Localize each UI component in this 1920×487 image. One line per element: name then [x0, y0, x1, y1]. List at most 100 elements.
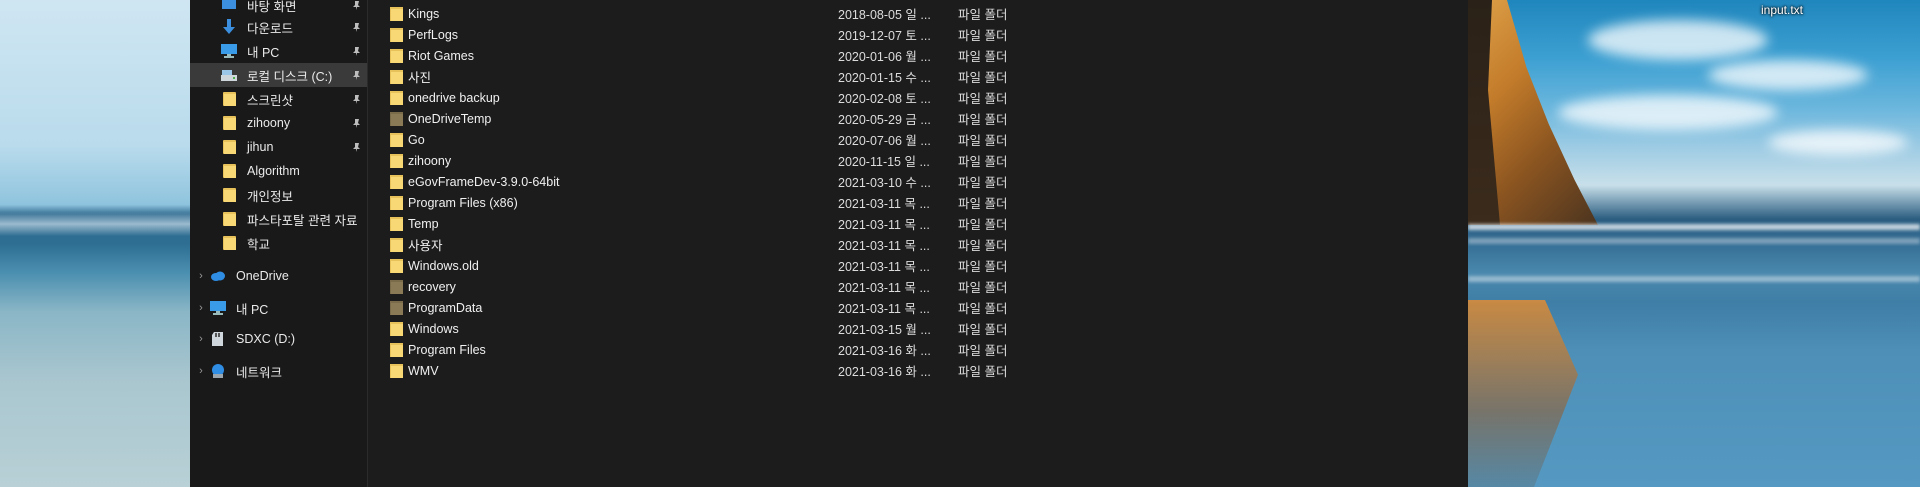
folder-icon: [390, 91, 403, 105]
file-name: OneDriveTemp: [408, 111, 492, 126]
file-name: zihoony: [408, 153, 452, 168]
file-row[interactable]: Windows.old 2021-03-11 목 ... 파일 폴더: [368, 255, 1468, 276]
desktop-wallpaper-left: [0, 0, 190, 487]
nav-item-school[interactable]: 학교: [190, 231, 367, 255]
file-type: 파일 폴더: [958, 113, 1008, 127]
wave-line: [1468, 224, 1920, 230]
file-row[interactable]: ProgramData 2021-03-11 목 ... 파일 폴더: [368, 297, 1468, 318]
nav-item-label: 스크린샷: [247, 93, 294, 108]
folder-icon: [390, 196, 403, 210]
file-type: 파일 폴더: [958, 197, 1008, 211]
file-date: 2021-03-11 목 ...: [838, 197, 930, 211]
nav-item-label: 학교: [247, 237, 271, 252]
nav-item-pasta-portal[interactable]: 파스타포탈 관련 자료: [190, 207, 367, 231]
nav-root-network[interactable]: › 네트워크: [190, 359, 367, 383]
nav-item-jihun[interactable]: jihun: [190, 135, 367, 159]
folder-icon: [390, 238, 403, 252]
file-date: 2021-03-16 화 ...: [838, 344, 931, 358]
nav-item-label: 파스타포탈 관련 자료: [247, 213, 358, 228]
chevron-right-icon[interactable]: ›: [195, 302, 207, 314]
folder-icon: [390, 7, 403, 21]
file-name: Program Files: [408, 342, 486, 357]
nav-item-algorithm[interactable]: Algorithm: [190, 159, 367, 183]
file-row[interactable]: zihoony 2020-11-15 일 ... 파일 폴더: [368, 150, 1468, 171]
file-row[interactable]: WMV 2021-03-16 화 ... 파일 폴더: [368, 360, 1468, 381]
file-row[interactable]: recovery 2021-03-11 목 ... 파일 폴더: [368, 276, 1468, 297]
folder-icon: [390, 259, 403, 273]
nav-item-label: 로컬 디스크 (C:): [247, 69, 333, 84]
nav-root-this-pc[interactable]: › 내 PC: [190, 296, 367, 320]
folder-icon: [390, 322, 403, 336]
file-date: 2021-03-11 목 ...: [838, 281, 930, 295]
chevron-right-icon[interactable]: ›: [195, 270, 207, 282]
file-name: Kings: [408, 6, 440, 21]
file-type: 파일 폴더: [958, 176, 1008, 190]
file-name: 사용자: [408, 239, 443, 253]
folder-icon: [220, 138, 238, 156]
file-name: eGovFrameDev-3.9.0-64bit: [408, 174, 560, 189]
nav-item-downloads[interactable]: 다운로드: [190, 15, 367, 39]
file-name: Program Files (x86): [408, 195, 518, 210]
wave-line: [1468, 276, 1920, 282]
pin-icon: [351, 0, 361, 10]
file-row[interactable]: OneDriveTemp 2020-05-29 금 ... 파일 폴더: [368, 108, 1468, 129]
pin-icon: [351, 22, 361, 32]
folder-icon: [390, 364, 403, 378]
file-date: 2020-02-08 토 ...: [838, 92, 931, 106]
file-row[interactable]: Kings 2018-08-05 일 ... 파일 폴더: [368, 3, 1468, 24]
chevron-right-icon[interactable]: ›: [195, 365, 207, 377]
folder-icon: [390, 217, 403, 231]
nav-item-zihoony[interactable]: zihoony: [190, 111, 367, 135]
nav-item-label: OneDrive: [236, 269, 289, 283]
folder-icon: [390, 49, 403, 63]
file-date: 2018-08-05 일 ...: [838, 8, 931, 22]
folder-icon: [390, 175, 403, 189]
nav-root-sdxc-d[interactable]: › SDXC (D:): [190, 327, 367, 351]
nav-item-label: zihoony: [247, 116, 291, 130]
file-row[interactable]: 사진 2020-01-15 수 ... 파일 폴더: [368, 66, 1468, 87]
file-name: Windows.old: [408, 258, 479, 273]
nav-item-label: 다운로드: [247, 21, 294, 36]
file-row[interactable]: Program Files (x86) 2021-03-11 목 ... 파일 폴더: [368, 192, 1468, 213]
nav-item-screenshots[interactable]: 스크린샷: [190, 87, 367, 111]
file-type: 파일 폴더: [958, 50, 1008, 64]
file-row[interactable]: Program Files 2021-03-16 화 ... 파일 폴더: [368, 339, 1468, 360]
file-type: 파일 폴더: [958, 323, 1008, 337]
file-row[interactable]: PerfLogs 2019-12-07 토 ... 파일 폴더: [368, 24, 1468, 45]
desktop-file-label[interactable]: input.txt: [1752, 3, 1812, 17]
file-row[interactable]: onedrive backup 2020-02-08 토 ... 파일 폴더: [368, 87, 1468, 108]
file-row[interactable]: Go 2020-07-06 월 ... 파일 폴더: [368, 129, 1468, 150]
file-type: 파일 폴더: [958, 344, 1008, 358]
nav-item-personal-info[interactable]: 개인정보: [190, 183, 367, 207]
file-type: 파일 폴더: [958, 218, 1008, 232]
file-type: 파일 폴더: [958, 260, 1008, 274]
nav-root-onedrive[interactable]: › OneDrive: [190, 264, 367, 288]
file-row[interactable]: 사용자 2021-03-11 목 ... 파일 폴더: [368, 234, 1468, 255]
file-date: 2021-03-11 목 ...: [838, 218, 930, 232]
nav-item-label: Algorithm: [247, 164, 300, 178]
file-type: 파일 폴더: [958, 302, 1008, 316]
file-type: 파일 폴더: [958, 8, 1008, 22]
file-row[interactable]: Riot Games 2020-01-06 월 ... 파일 폴더: [368, 45, 1468, 66]
nav-item-local-disk-c[interactable]: 로컬 디스크 (C:): [190, 63, 367, 87]
pin-icon: [351, 118, 361, 128]
folder-icon: [390, 154, 403, 168]
file-name: Riot Games: [408, 48, 474, 63]
file-date: 2021-03-11 목 ...: [838, 302, 930, 316]
file-row[interactable]: eGovFrameDev-3.9.0-64bit 2021-03-10 수 ...…: [368, 171, 1468, 192]
file-row[interactable]: Temp 2021-03-11 목 ... 파일 폴더: [368, 213, 1468, 234]
file-date: 2020-01-15 수 ...: [838, 71, 931, 85]
sd-card-icon: [209, 330, 227, 348]
folder-icon: [220, 162, 238, 180]
file-date: 2020-05-29 금 ...: [838, 113, 931, 127]
file-date: 2020-01-06 월 ...: [838, 50, 931, 64]
folder-icon: [220, 114, 238, 132]
nav-item-this-pc[interactable]: 내 PC: [190, 39, 367, 63]
pin-icon: [351, 94, 361, 104]
file-type: 파일 폴더: [958, 239, 1008, 253]
file-row[interactable]: Windows 2021-03-15 월 ... 파일 폴더: [368, 318, 1468, 339]
folder-icon: [390, 28, 403, 42]
chevron-right-icon[interactable]: ›: [195, 333, 207, 345]
file-name: Windows: [408, 321, 459, 336]
file-type: 파일 폴더: [958, 365, 1008, 379]
